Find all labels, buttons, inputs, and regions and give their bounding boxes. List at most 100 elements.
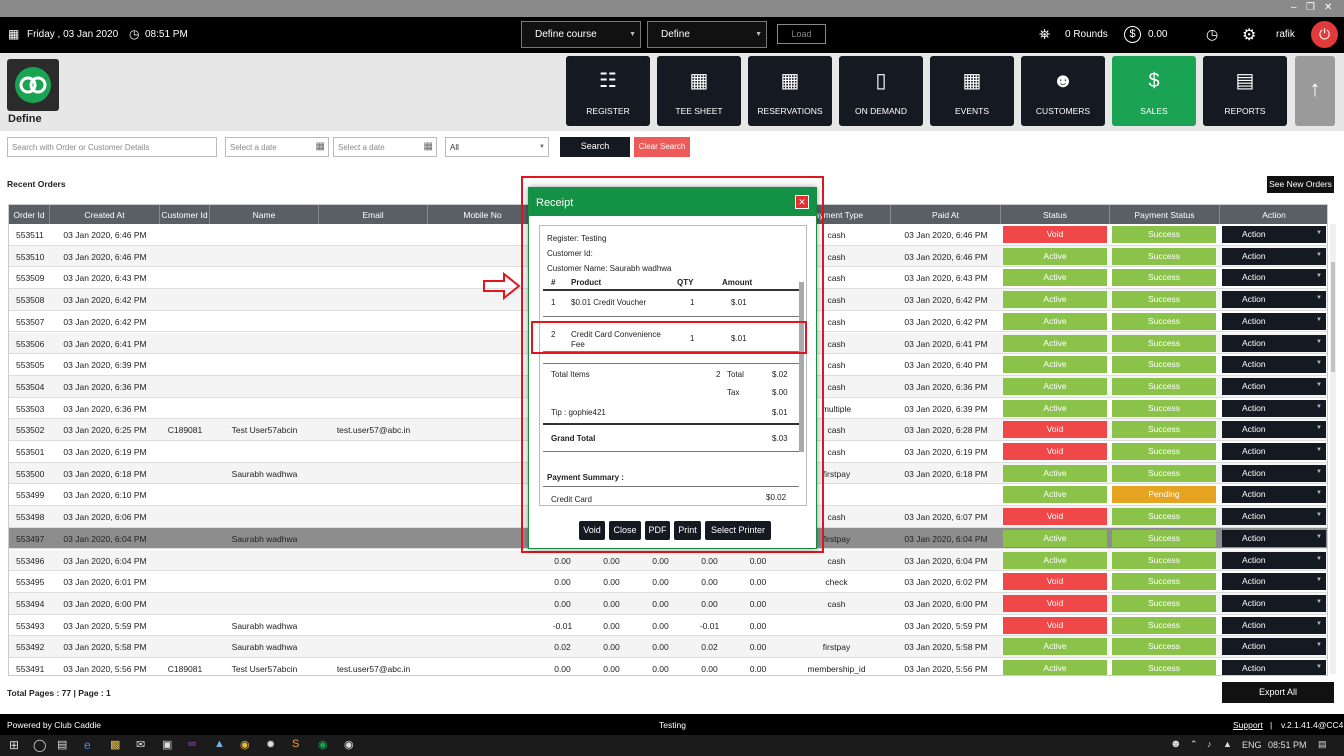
course-select[interactable]: Define course ▼ [521,21,641,48]
restore-icon[interactable]: ❐ [1306,2,1315,13]
column-header[interactable]: Status [1001,205,1110,224]
close-button[interactable]: Close [609,521,641,540]
column-header[interactable]: Email [319,205,428,224]
support-link[interactable]: Support [1233,720,1263,730]
see-new-orders-button[interactable]: See New Orders [1267,176,1334,193]
status-badge[interactable]: Active [1003,529,1107,547]
windows-start-icon[interactable]: ⊞ [9,738,19,752]
nav-on-demand[interactable]: ▯ ON DEMAND [839,56,923,126]
action-dropdown[interactable]: Action ▼ [1222,269,1326,287]
volume-icon[interactable]: ♪ [1207,739,1212,749]
arrow-up-icon[interactable]: ↑ [1295,56,1335,126]
action-dropdown[interactable]: Action ▼ [1222,660,1326,675]
receipt-body[interactable]: Register: Testing Customer Id: Customer … [539,225,807,506]
action-dropdown[interactable]: Action ▼ [1222,486,1326,504]
status-badge[interactable]: Active [1003,660,1107,675]
action-dropdown[interactable]: Action ▼ [1222,573,1326,591]
action-dropdown[interactable]: Action ▼ [1222,551,1326,569]
edge-icon[interactable]: e [84,738,91,752]
status-badge[interactable]: Active [1003,486,1107,504]
nav-tee-sheet[interactable]: ▦ TEE SHEET [657,56,741,126]
status-badge[interactable]: Void [1003,226,1107,243]
action-dropdown[interactable]: Action ▼ [1222,464,1326,482]
visual-studio-icon[interactable]: ∞ [188,738,196,750]
status-badge[interactable]: Active [1003,269,1107,287]
define-select[interactable]: Define ▼ [647,21,767,48]
action-dropdown[interactable]: Action ▼ [1222,226,1326,243]
status-badge[interactable]: Active [1003,247,1107,265]
app-icon[interactable]: ▲ [214,738,225,750]
action-dropdown[interactable]: Action ▼ [1222,616,1326,634]
action-dropdown[interactable]: Action ▼ [1222,529,1326,547]
status-badge[interactable]: Active [1003,399,1107,417]
club-caddie-taskbar-icon[interactable]: ◉ [318,738,328,751]
receipt-scrollbar[interactable] [799,282,804,452]
status-badge[interactable]: Void [1003,594,1107,612]
minimize-icon[interactable]: – [1291,2,1297,13]
export-all-button[interactable]: Export All [1222,682,1334,703]
status-badge[interactable]: Active [1003,334,1107,352]
action-dropdown[interactable]: Action ▼ [1222,421,1326,439]
status-badge[interactable]: Active [1003,377,1107,395]
store-icon[interactable]: ▣ [162,738,172,751]
chevron-up-icon[interactable]: ⌃ [1190,739,1198,750]
table-row[interactable]: 553491 03 Jan 2020, 5:56 PM C189081 Test Us… [9,658,1327,675]
column-header[interactable]: Order Id [9,205,50,224]
action-dropdown[interactable]: Action ▼ [1222,399,1326,417]
nav-customers[interactable]: ☻ CUSTOMERS [1021,56,1105,126]
column-header[interactable]: Paid At [891,205,1001,224]
status-badge[interactable]: Void [1003,508,1107,526]
column-header[interactable]: Name [210,205,319,224]
calendar-icon[interactable]: ▦ [424,141,433,152]
action-dropdown[interactable]: Action ▼ [1222,638,1326,656]
column-header[interactable]: Created At [50,205,160,224]
date-from-input[interactable]: Select a date ▦ [225,137,329,157]
action-dropdown[interactable]: Action ▼ [1222,312,1326,330]
nav-sales[interactable]: $ SALES [1112,56,1196,126]
print-button[interactable]: Print [674,521,701,540]
action-dropdown[interactable]: Action ▼ [1222,594,1326,612]
nav-reports[interactable]: ▤ REPORTS [1203,56,1287,126]
column-header[interactable]: Payment Status [1110,205,1220,224]
table-row[interactable]: 553495 03 Jan 2020, 6:01 PM 0.00 0.00 0.00 0.… [9,571,1327,593]
mail-icon[interactable]: ✉ [136,738,145,751]
status-badge[interactable]: Active [1003,551,1107,569]
load-button[interactable]: Load [777,24,826,44]
nav-reservations[interactable]: ▦ RESERVATIONS [748,56,832,126]
settings-app-icon[interactable]: ✹ [266,738,275,751]
scrollbar-thumb[interactable] [1331,262,1335,372]
action-dropdown[interactable]: Action ▼ [1222,334,1326,352]
close-window-icon[interactable]: ✕ [1324,2,1332,13]
power-icon[interactable]: ⏻ [1311,21,1338,48]
action-dropdown[interactable]: Action ▼ [1222,247,1326,265]
status-badge[interactable]: Active [1003,638,1107,656]
status-badge[interactable]: Active [1003,312,1107,330]
clear-search-button[interactable]: Clear Search [634,137,690,157]
column-header[interactable]: Action [1220,205,1327,224]
task-view-icon[interactable]: ▤ [57,738,67,751]
language-indicator[interactable]: ENG [1242,740,1262,750]
nav-register[interactable]: ☷ REGISTER [566,56,650,126]
action-dropdown[interactable]: Action ▼ [1222,291,1326,309]
select-printer-button[interactable]: Select Printer [705,521,771,540]
action-dropdown[interactable]: Action ▼ [1222,377,1326,395]
column-header[interactable]: Customer Id [160,205,210,224]
status-badge[interactable]: Active [1003,356,1107,374]
close-icon[interactable]: ✕ [795,195,809,209]
action-dropdown[interactable]: Action ▼ [1222,508,1326,526]
status-badge[interactable]: Active [1003,291,1107,309]
action-dropdown[interactable]: Action ▼ [1222,443,1326,460]
table-row[interactable]: 553494 03 Jan 2020, 6:00 PM 0.00 0.00 0.00 0.… [9,592,1327,615]
void-button[interactable]: Void [579,521,605,540]
table-row[interactable]: 553493 03 Jan 2020, 5:59 PM Saurabh wadhwa… [9,614,1327,637]
pdf-button[interactable]: PDF [645,521,670,540]
chrome-icon[interactable]: ◉ [240,738,250,751]
date-to-input[interactable]: Select a date ▦ [333,137,437,157]
people-icon[interactable]: ☻ [1170,738,1182,750]
action-dropdown[interactable]: Action ▼ [1222,356,1326,374]
gear-icon[interactable]: ⚙ [1242,25,1256,45]
status-badge[interactable]: Void [1003,573,1107,591]
folder-icon[interactable]: ▩ [110,738,120,751]
nav-events[interactable]: ▦ EVENTS [930,56,1014,126]
filter-select[interactable]: All ▼ [445,137,549,157]
